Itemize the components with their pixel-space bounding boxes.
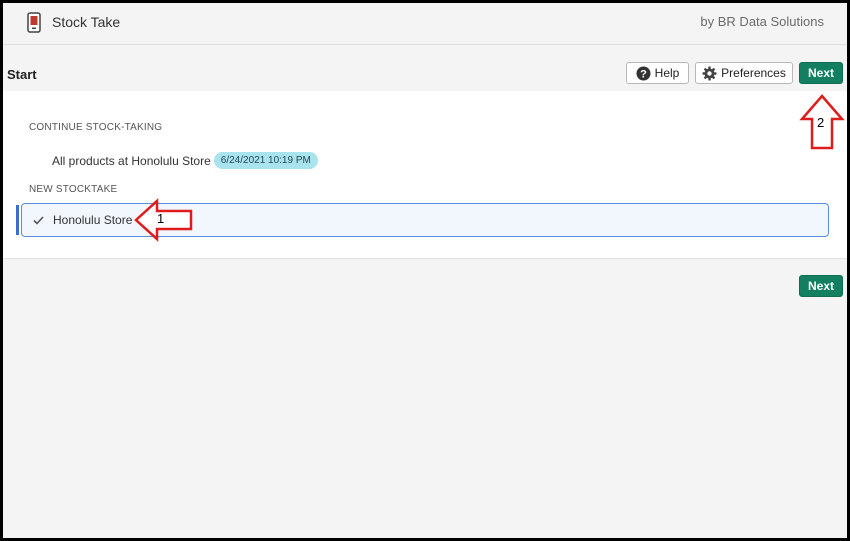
next-button-top[interactable]: Next xyxy=(799,62,843,84)
selection-marker xyxy=(16,205,19,235)
help-button-label: Help xyxy=(654,66,680,80)
checkmark-icon xyxy=(33,215,44,225)
app-title: Stock Take xyxy=(52,14,121,30)
preferences-button[interactable]: Preferences xyxy=(695,62,793,84)
annotation-step-1: 1 xyxy=(157,211,165,226)
vendor-credit: by BR Data Solutions xyxy=(700,14,824,29)
continue-section-label: CONTINUE STOCK-TAKING xyxy=(29,122,163,133)
annotation-step-2: 2 xyxy=(817,115,825,130)
continue-stocktake-item[interactable]: All products at Honolulu Store 6/24/2021… xyxy=(52,152,318,169)
page-title: Start xyxy=(7,67,37,82)
next-button-bottom[interactable]: Next xyxy=(799,275,843,297)
app-header: Stock Take by BR Data Solutions xyxy=(3,3,847,45)
next-button-top-label: Next xyxy=(807,66,834,80)
mobile-scanner-icon xyxy=(27,12,41,33)
help-button[interactable]: ? Help xyxy=(626,62,689,84)
date-badge: 6/24/2021 10:19 PM xyxy=(213,152,318,169)
store-option-label: Honolulu Store xyxy=(53,213,133,227)
app-window: Stock Take by BR Data Solutions Start ? … xyxy=(3,3,847,538)
start-panel: CONTINUE STOCK-TAKING All products at Ho… xyxy=(3,91,847,259)
toolbar: Start ? Help Preferences Next xyxy=(3,45,847,90)
gear-icon xyxy=(702,66,717,81)
preferences-button-label: Preferences xyxy=(721,66,786,80)
question-circle-icon: ? xyxy=(636,66,651,81)
svg-text:?: ? xyxy=(640,68,647,80)
new-stocktake-section-label: NEW STOCKTAKE xyxy=(29,184,118,195)
continue-item-label: All products at Honolulu Store xyxy=(52,153,211,168)
next-button-bottom-label: Next xyxy=(807,279,834,293)
